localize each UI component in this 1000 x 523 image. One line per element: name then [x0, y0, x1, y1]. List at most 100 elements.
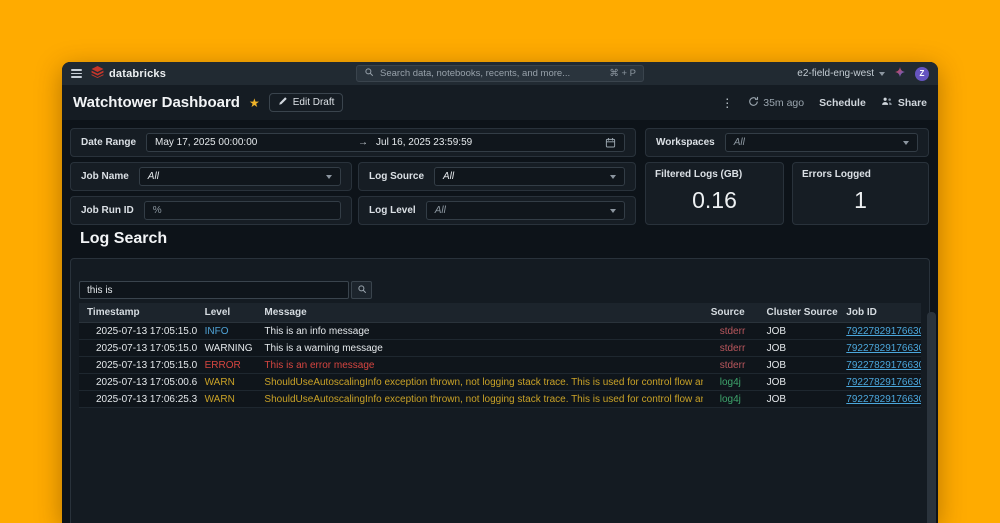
- job-name-value: All: [148, 171, 159, 182]
- cell-timestamp: 2025-07-13 17:05:15.000: [79, 326, 197, 337]
- pencil-icon: [278, 96, 288, 109]
- cell-job-id-link[interactable]: 792278291766307: [838, 377, 921, 388]
- favorite-star-icon[interactable]: ★: [249, 96, 260, 110]
- chevron-down-icon: [879, 72, 885, 76]
- workspace-name: e2-field-eng-west: [797, 68, 874, 79]
- cell-cluster-source: JOB: [759, 326, 839, 337]
- workspaces-label: Workspaces: [656, 137, 715, 148]
- column-header-cluster-source[interactable]: Cluster Source: [759, 307, 839, 318]
- databricks-logo[interactable]: databricks: [91, 65, 166, 83]
- schedule-button[interactable]: Schedule: [819, 97, 866, 109]
- share-button[interactable]: Share: [881, 96, 927, 110]
- assistant-sparkle-icon[interactable]: [894, 66, 906, 81]
- hamburger-menu-icon[interactable]: [71, 69, 82, 78]
- search-placeholder: Search data, notebooks, recents, and mor…: [380, 68, 570, 79]
- nav-left: databricks: [71, 65, 166, 83]
- counter-filtered-logs-label: Filtered Logs (GB): [655, 169, 774, 180]
- cell-source: stderr: [703, 360, 759, 371]
- user-avatar[interactable]: Z: [915, 67, 929, 81]
- filter-date-range: Date Range May 17, 2025 00:00:00 → Jul 1…: [70, 128, 636, 157]
- cell-level: WARN: [197, 394, 257, 405]
- date-range-input[interactable]: May 17, 2025 00:00:00 → Jul 16, 2025 23:…: [146, 133, 625, 152]
- top-nav: databricks Search data, notebooks, recen…: [62, 62, 938, 85]
- column-header-job-id[interactable]: Job ID: [838, 307, 921, 318]
- table-row[interactable]: 2025-07-13 17:05:15.000 WARNING This is …: [79, 340, 921, 357]
- table-row[interactable]: 2025-07-13 17:05:15.000 INFO This is an …: [79, 323, 921, 340]
- cell-level: INFO: [197, 326, 257, 337]
- calendar-icon[interactable]: [605, 137, 616, 148]
- filter-workspaces: Workspaces All: [645, 128, 929, 157]
- log-source-label: Log Source: [369, 171, 424, 182]
- cell-message: This is a warning message: [256, 343, 702, 354]
- filter-job-run-id: Job Run ID: [70, 196, 352, 225]
- job-run-id-input[interactable]: [144, 201, 341, 220]
- cell-source: log4j: [703, 394, 759, 405]
- edit-draft-button[interactable]: Edit Draft: [269, 93, 344, 112]
- table-row[interactable]: 2025-07-13 17:05:15.000 ERROR This is an…: [79, 357, 921, 374]
- counter-errors-logged-value: 1: [802, 187, 919, 214]
- cell-timestamp: 2025-07-13 17:06:25.328: [79, 394, 197, 405]
- app-window: databricks Search data, notebooks, recen…: [62, 62, 938, 523]
- kebab-menu-icon[interactable]: ⋮: [721, 96, 733, 110]
- log-search-input[interactable]: [79, 281, 349, 299]
- log-source-select[interactable]: All: [434, 167, 625, 186]
- counter-errors-logged: Errors Logged 1: [792, 162, 929, 225]
- global-search-input[interactable]: Search data, notebooks, recents, and mor…: [356, 65, 644, 82]
- table-row[interactable]: 2025-07-13 17:06:25.328 WARN ShouldUseAu…: [79, 391, 921, 408]
- databricks-logo-icon: [91, 65, 104, 83]
- workspaces-value: All: [734, 137, 745, 148]
- log-level-label: Log Level: [369, 205, 416, 216]
- cell-source: stderr: [703, 326, 759, 337]
- edit-draft-label: Edit Draft: [293, 97, 335, 108]
- cell-cluster-source: JOB: [759, 360, 839, 371]
- cell-cluster-source: JOB: [759, 394, 839, 405]
- search-shortcut: ⌘ + P: [609, 68, 636, 79]
- cell-message: This is an info message: [256, 326, 702, 337]
- cell-job-id-link[interactable]: 792278291766307: [838, 360, 921, 371]
- date-range-end[interactable]: Jul 16, 2025 23:59:59: [376, 137, 472, 148]
- date-range-label: Date Range: [81, 137, 136, 148]
- arrow-right-icon: →: [358, 137, 368, 148]
- log-search-button[interactable]: [351, 281, 372, 299]
- cell-level: WARN: [197, 377, 257, 388]
- header-actions: ⋮ 35m ago Schedule Share: [721, 96, 927, 110]
- counter-filtered-logs-value: 0.16: [655, 187, 774, 214]
- cell-job-id-link[interactable]: 792278291766307: [838, 326, 921, 337]
- cell-message: ShouldUseAutoscalingInfo exception throw…: [256, 377, 702, 388]
- column-header-level[interactable]: Level: [197, 307, 257, 318]
- dashboard-content: Date Range May 17, 2025 00:00:00 → Jul 1…: [62, 120, 938, 523]
- cell-job-id-link[interactable]: 792278291766307: [838, 343, 921, 354]
- workspaces-select[interactable]: All: [725, 133, 918, 152]
- cell-job-id-link[interactable]: 792278291766307: [838, 394, 921, 405]
- cell-message: This is an error message: [256, 360, 702, 371]
- cell-cluster-source: JOB: [759, 343, 839, 354]
- filter-log-level: Log Level All: [358, 196, 636, 225]
- column-header-timestamp[interactable]: Timestamp: [79, 307, 197, 318]
- filter-job-name: Job Name All: [70, 162, 352, 191]
- log-level-select[interactable]: All: [426, 201, 625, 220]
- search-icon: [364, 67, 374, 80]
- cell-level: ERROR: [197, 360, 257, 371]
- cell-timestamp: 2025-07-13 17:05:15.000: [79, 343, 197, 354]
- cell-source: stderr: [703, 343, 759, 354]
- cell-timestamp: 2025-07-13 17:05:00.602: [79, 377, 197, 388]
- logo-text: databricks: [109, 68, 166, 80]
- cell-level: WARNING: [197, 343, 257, 354]
- log-search-panel: Timestamp Level Message Source Cluster S…: [70, 258, 930, 523]
- share-label: Share: [898, 97, 927, 109]
- cell-timestamp: 2025-07-13 17:05:15.000: [79, 360, 197, 371]
- table-row[interactable]: 2025-07-13 17:05:00.602 WARN ShouldUseAu…: [79, 374, 921, 391]
- log-search-title: Log Search: [80, 230, 167, 248]
- column-header-source[interactable]: Source: [703, 307, 759, 318]
- workspace-picker[interactable]: e2-field-eng-west: [797, 68, 885, 79]
- search-icon: [357, 281, 367, 299]
- column-header-message[interactable]: Message: [256, 307, 702, 318]
- date-range-start[interactable]: May 17, 2025 00:00:00: [155, 137, 350, 148]
- job-name-select[interactable]: All: [139, 167, 341, 186]
- scrollbar-thumb[interactable]: [927, 312, 936, 523]
- log-table: Timestamp Level Message Source Cluster S…: [79, 303, 921, 408]
- refresh-button[interactable]: 35m ago: [748, 96, 804, 110]
- nav-right: e2-field-eng-west Z: [797, 66, 929, 81]
- counter-errors-logged-label: Errors Logged: [802, 169, 919, 180]
- chevron-down-icon: [610, 175, 616, 179]
